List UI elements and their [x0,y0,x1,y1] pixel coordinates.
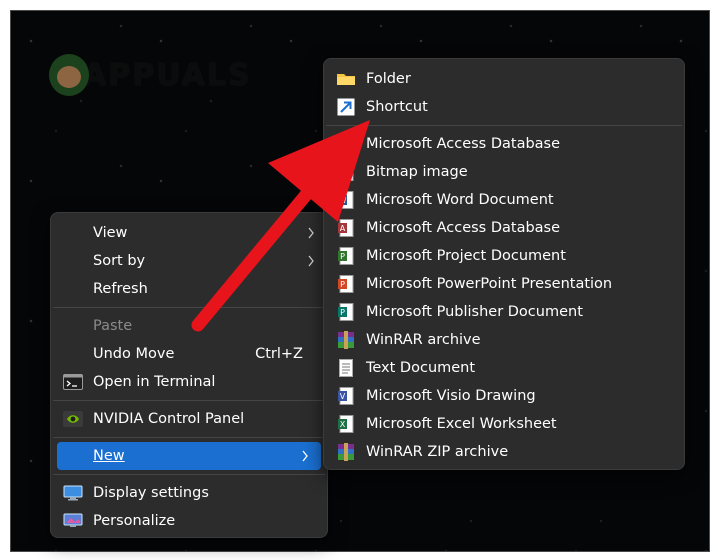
menu-item-label: Shortcut [366,99,428,115]
appuals-watermark: APPUALS [49,49,252,101]
text-document-icon [336,359,356,377]
access-icon: A [336,135,356,153]
submenu-item-project-document[interactable]: P Microsoft Project Document [324,242,684,270]
excel-icon: X [336,415,356,433]
menu-item-label: Paste [93,318,133,334]
menu-item-nvidia-control-panel[interactable]: NVIDIA Control Panel [51,405,327,433]
menu-separator [53,474,325,475]
menu-separator [53,437,325,438]
menu-item-label: Microsoft Access Database [366,220,561,236]
submenu-item-folder[interactable]: Folder [324,65,684,93]
personalize-icon [63,512,83,530]
menu-item-label: Microsoft Excel Worksheet [366,416,557,432]
menu-item-label: Microsoft Visio Drawing [366,388,536,404]
menu-item-label: Microsoft Access Database [366,136,561,152]
submenu-item-visio-drawing[interactable]: V Microsoft Visio Drawing [324,382,684,410]
menu-item-label: WinRAR archive [366,332,481,348]
bitmap-icon [336,163,356,181]
project-icon: P [336,247,356,265]
menu-item-view[interactable]: View [51,219,327,247]
powerpoint-icon: P [336,275,356,293]
access-icon: A [336,219,356,237]
nvidia-icon [63,410,83,428]
svg-text:X: X [340,420,346,429]
menu-item-label: View [93,225,128,241]
menu-item-label: Microsoft Word Document [366,192,554,208]
appuals-mascot-logo [49,54,89,96]
submenu-item-word-document[interactable]: W Microsoft Word Document [324,186,684,214]
menu-item-personalize[interactable]: Personalize [51,507,327,535]
terminal-icon [63,373,83,391]
menu-item-undo-move[interactable]: Undo Move Ctrl+Z [51,340,327,368]
new-submenu: Folder Shortcut A Microsoft Access Datab… [323,58,685,470]
svg-text:P: P [340,280,345,289]
visio-icon: V [336,387,356,405]
menu-item-label: New [93,448,125,464]
desktop-context-menu: View Sort by Refresh Paste Undo Move Ctr… [50,212,328,538]
menu-item-label: Bitmap image [366,164,468,180]
word-icon: W [336,191,356,209]
menu-separator [53,400,325,401]
display-icon [63,484,83,502]
svg-text:A: A [340,140,346,149]
shortcut-hint: Ctrl+Z [255,346,303,362]
menu-item-display-settings[interactable]: Display settings [51,479,327,507]
svg-text:V: V [340,392,346,401]
menu-item-paste[interactable]: Paste [51,312,327,340]
menu-item-label: Display settings [93,485,209,501]
winrar-icon [336,331,356,349]
menu-separator [53,307,325,308]
submenu-item-shortcut[interactable]: Shortcut [324,93,684,121]
menu-item-open-in-terminal[interactable]: Open in Terminal [51,368,327,396]
menu-item-label: Open in Terminal [93,374,216,390]
winrar-zip-icon [336,443,356,461]
submenu-item-winrar-archive[interactable]: WinRAR archive [324,326,684,354]
submenu-item-text-document[interactable]: Text Document [324,354,684,382]
submenu-item-winrar-zip-archive[interactable]: WinRAR ZIP archive [324,438,684,466]
menu-item-label: Refresh [93,281,148,297]
watermark-text: APPUALS [83,57,252,93]
svg-text:W: W [339,196,347,205]
menu-item-sort-by[interactable]: Sort by [51,247,327,275]
menu-item-label: Text Document [366,360,476,376]
submenu-item-bitmap-image[interactable]: Bitmap image [324,158,684,186]
menu-item-label: WinRAR ZIP archive [366,444,509,460]
menu-item-label: NVIDIA Control Panel [93,411,245,427]
submenu-item-excel-worksheet[interactable]: X Microsoft Excel Worksheet [324,410,684,438]
menu-item-label: Microsoft Publisher Document [366,304,583,320]
menu-item-label: Undo Move [93,346,175,362]
menu-item-label: Personalize [93,513,176,529]
menu-item-label: Folder [366,71,411,87]
menu-item-label: Sort by [93,253,146,269]
submenu-item-powerpoint-presentation[interactable]: P Microsoft PowerPoint Presentation [324,270,684,298]
menu-item-label: Microsoft PowerPoint Presentation [366,276,613,292]
menu-separator [326,125,682,126]
folder-icon [336,70,356,88]
shortcut-icon [336,98,356,116]
svg-text:P: P [340,308,345,317]
svg-text:P: P [340,252,345,261]
submenu-item-access-database[interactable]: A Microsoft Access Database [324,130,684,158]
chevron-right-icon [308,255,314,267]
submenu-item-access-database-2[interactable]: A Microsoft Access Database [324,214,684,242]
menu-item-label: Microsoft Project Document [366,248,566,264]
chevron-right-icon [302,450,308,462]
publisher-icon: P [336,303,356,321]
chevron-right-icon [308,227,314,239]
menu-item-refresh[interactable]: Refresh [51,275,327,303]
submenu-item-publisher-document[interactable]: P Microsoft Publisher Document [324,298,684,326]
menu-item-new[interactable]: New [57,442,321,470]
svg-text:A: A [340,224,346,233]
